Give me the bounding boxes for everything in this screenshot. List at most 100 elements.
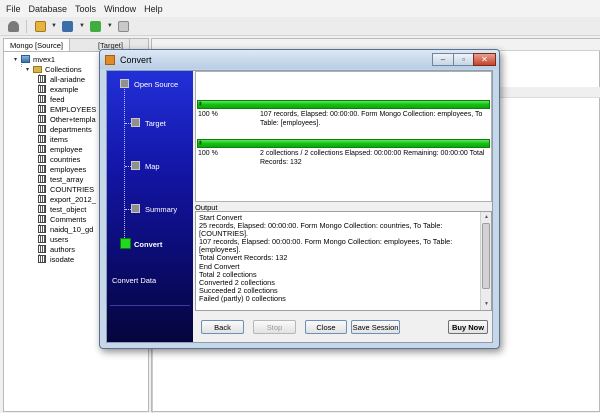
chevron-down-icon[interactable]: ▼: [51, 23, 57, 29]
output-log[interactable]: Start Convert 25 records, Elapsed: 00:00:…: [195, 211, 492, 311]
close-icon: ✕: [481, 55, 488, 64]
collection-icon: [38, 255, 46, 263]
toolbar-separator: [26, 19, 27, 33]
step-open-source-icon: [120, 79, 129, 88]
menu-help[interactable]: Help: [144, 4, 163, 14]
collapse-icon[interactable]: ▾: [14, 56, 21, 63]
collection-label: test_object: [50, 204, 87, 214]
convert-data-label: Convert Data: [112, 276, 157, 285]
menu-window[interactable]: Window: [104, 4, 136, 14]
collection-label: authors: [50, 244, 76, 254]
stop-button[interactable]: Stop: [253, 320, 296, 334]
collection-icon: [38, 115, 46, 123]
back-button[interactable]: Back: [201, 320, 244, 334]
step-convert: Convert: [134, 240, 163, 249]
collection-label: Comments: [50, 214, 87, 224]
collection-icon: [38, 155, 46, 163]
menu-database[interactable]: Database: [29, 4, 68, 14]
output-line: 25 records, Elapsed: 00:00:00. Form Mong…: [199, 221, 443, 239]
connect-button[interactable]: [5, 19, 21, 33]
convert-content: ▮ 100 % 107 records, Elapsed: 00:00:00. …: [195, 71, 492, 342]
collection-label: example: [50, 84, 79, 94]
collection-label: feed: [50, 94, 65, 104]
save-session-button[interactable]: Save Session: [351, 320, 400, 334]
collection-icon: [38, 75, 46, 83]
tree-node-collections[interactable]: ▾ Collections: [26, 64, 82, 74]
close-window-button[interactable]: ✕: [473, 53, 496, 66]
user-icon: [7, 20, 19, 32]
tree-node-collection[interactable]: authors: [38, 244, 75, 254]
progress-bar-collection: ▮: [197, 100, 490, 109]
collection-label: countries: [50, 154, 81, 164]
tree-node-collection[interactable]: test_object: [38, 204, 86, 214]
collection-label: isodate: [50, 254, 75, 264]
collection-icon: [38, 225, 46, 233]
wizard-step-connector: [124, 85, 125, 242]
step-open-source: Open Source: [134, 80, 179, 89]
collection-icon: [38, 185, 46, 193]
menu-file[interactable]: File: [6, 4, 21, 14]
tree-node-collection[interactable]: EMPLOYEES: [38, 104, 96, 114]
tree-node-collection[interactable]: example: [38, 84, 78, 94]
collection-label: export_2012_: [50, 194, 96, 204]
menu-tools[interactable]: Tools: [75, 4, 96, 14]
collection-label: COUNTRIES: [50, 184, 95, 194]
database-button[interactable]: [60, 19, 76, 33]
tree-node-collection[interactable]: users: [38, 234, 68, 244]
chevron-down-icon[interactable]: ▼: [79, 23, 85, 29]
step-target: Target: [145, 119, 166, 128]
tree-node-collection[interactable]: Other+templa: [38, 114, 96, 124]
output-scrollbar[interactable]: ▲ ▼: [480, 212, 491, 310]
tree-node-collection[interactable]: departments: [38, 124, 92, 134]
scroll-down-icon[interactable]: ▼: [482, 300, 491, 309]
tree-node-database[interactable]: ▾ mvex1: [14, 54, 55, 64]
tree-node-collection[interactable]: test_array: [38, 174, 83, 184]
wizard-divider: [110, 305, 190, 306]
new-session-button[interactable]: [32, 19, 48, 33]
tree-node-collection[interactable]: employee: [38, 144, 83, 154]
buy-now-button[interactable]: Buy Now: [448, 320, 488, 334]
tree-node-collection[interactable]: items: [38, 134, 68, 144]
progress-percent: 100 %: [198, 111, 218, 118]
wizard-steps-panel: Open Source Target Map Summary Convert C…: [107, 71, 193, 342]
maximize-button[interactable]: ▫: [453, 53, 474, 66]
schedule-icon: [118, 20, 130, 32]
folder-icon: [33, 65, 42, 73]
tree-node-collection[interactable]: isodate: [38, 254, 74, 264]
progress-text: 2 collections / 2 collections Elapsed: 0…: [260, 150, 485, 166]
tree-node-collection[interactable]: naidq_10_gd: [38, 224, 93, 234]
collection-icon: [38, 175, 46, 183]
tree-node-collection[interactable]: feed: [38, 94, 65, 104]
collapse-icon[interactable]: ▾: [26, 66, 33, 73]
close-button[interactable]: Close: [305, 320, 347, 334]
collection-icon: [38, 195, 46, 203]
collection-icon: [38, 95, 46, 103]
tree-node-collection[interactable]: COUNTRIES: [38, 184, 94, 194]
progress-mark: ▮: [199, 101, 202, 107]
tree-node-collection[interactable]: Comments: [38, 214, 86, 224]
scroll-up-icon[interactable]: ▲: [482, 213, 491, 222]
tab-source[interactable]: Mongo [Source]: [4, 39, 70, 51]
tree-node-collection[interactable]: all-ariadne: [38, 74, 85, 84]
dialog-title: Convert: [120, 54, 152, 65]
folder-icon: [34, 20, 46, 32]
step-convert-icon: [120, 238, 131, 249]
minimize-button[interactable]: –: [432, 53, 454, 66]
progress-text: 107 records, Elapsed: 00:00:00. Form Mon…: [260, 111, 483, 127]
scroll-thumb[interactable]: [482, 223, 490, 289]
database-label: mvex1: [33, 54, 56, 64]
export-button[interactable]: [88, 19, 104, 33]
toolbar: ▼ ▼ ▼: [0, 17, 600, 36]
progress-panel: ▮ 100 % 107 records, Elapsed: 00:00:00. …: [195, 71, 492, 202]
schedule-button[interactable]: [116, 19, 132, 33]
chevron-down-icon[interactable]: ▼: [107, 23, 113, 29]
tree-node-collection[interactable]: employees: [38, 164, 86, 174]
tree-node-collection[interactable]: export_2012_: [38, 194, 96, 204]
collection-icon: [38, 125, 46, 133]
menu-bar: File Database Tools Window Help: [0, 0, 600, 17]
tree-node-collection[interactable]: countries: [38, 154, 80, 164]
collection-label: departments: [50, 124, 92, 134]
minimize-icon: –: [440, 55, 446, 64]
collection-label: test_array: [50, 174, 84, 184]
collection-icon: [38, 165, 46, 173]
